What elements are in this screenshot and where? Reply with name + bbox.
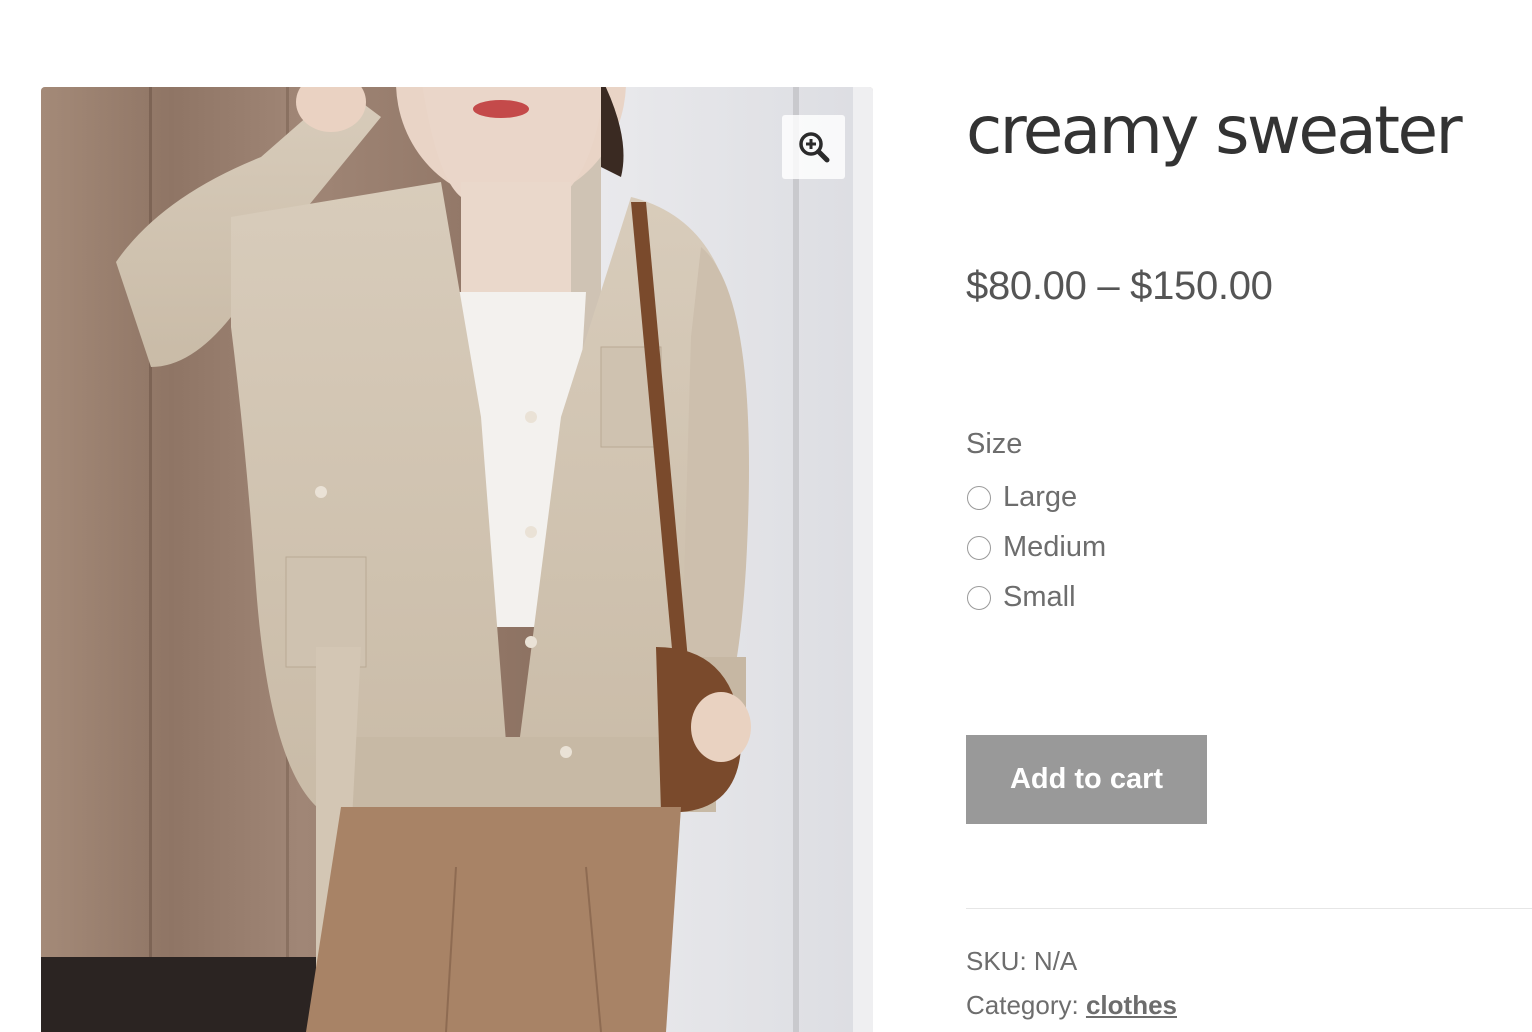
- radio-medium[interactable]: [967, 535, 991, 560]
- product-image-gallery: [41, 87, 873, 1032]
- product-summary: creamy sweater $80.00 – $150.00 Size Lar…: [966, 0, 1532, 1032]
- meta-divider: [966, 908, 1532, 909]
- zoom-button[interactable]: [782, 115, 845, 179]
- product-title: creamy sweater: [966, 92, 1463, 169]
- size-option-label: Medium: [1003, 531, 1107, 563]
- product-price-range: $80.00 – $150.00: [966, 264, 1273, 308]
- category-link[interactable]: clothes: [1086, 990, 1177, 1020]
- size-option-medium[interactable]: Medium: [966, 531, 1106, 564]
- size-label: Size: [966, 428, 1023, 460]
- product-photo: [41, 87, 873, 1032]
- category-label: Category:: [966, 990, 1079, 1020]
- product-sku: SKU: N/A: [966, 946, 1077, 977]
- add-to-cart-button[interactable]: Add to cart: [966, 735, 1207, 824]
- size-option-large[interactable]: Large: [966, 481, 1077, 514]
- magnifier-plus-icon: [798, 132, 829, 163]
- product-page: creamy sweater $80.00 – $150.00 Size Lar…: [0, 0, 1532, 1032]
- size-option-label: Small: [1003, 581, 1076, 613]
- sku-value: N/A: [1033, 946, 1078, 976]
- size-option-small[interactable]: Small: [966, 581, 1076, 614]
- radio-large[interactable]: [967, 485, 991, 510]
- product-category: Category: clothes: [966, 990, 1177, 1021]
- radio-small[interactable]: [967, 585, 991, 610]
- size-option-label: Large: [1003, 481, 1078, 513]
- sku-label: SKU:: [966, 946, 1027, 976]
